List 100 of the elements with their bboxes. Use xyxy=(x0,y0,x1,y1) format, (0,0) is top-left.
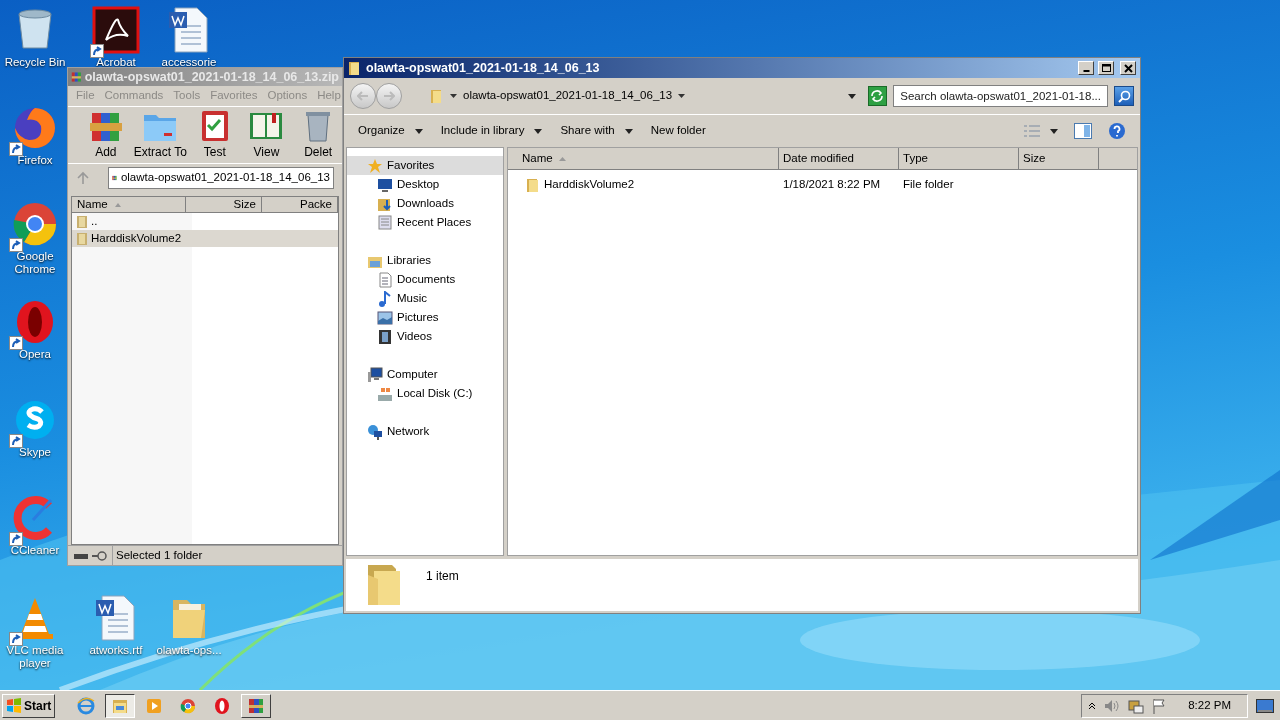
navigation-item[interactable]: Desktop xyxy=(347,175,503,194)
caret-icon xyxy=(624,128,633,134)
file-row[interactable]: HarddiskVolume2 1/18/2021 8:22 PM File folder xyxy=(508,174,1137,196)
toolbar-button[interactable]: Delet xyxy=(294,107,342,161)
document-icon xyxy=(377,271,393,288)
command-button[interactable]: Share with xyxy=(552,119,641,143)
folder-icon xyxy=(526,177,540,193)
desktop-icon-label[interactable]: accessorie xyxy=(161,56,217,69)
folder-icon xyxy=(348,60,362,76)
column-header[interactable]: Packe xyxy=(261,197,338,213)
search-field[interactable]: Search olawta-opswat01_2021-01-18... xyxy=(893,85,1109,107)
taskbar-button[interactable] xyxy=(105,693,136,718)
refresh-button[interactable] xyxy=(867,86,888,106)
globe-monitor-icon xyxy=(367,423,383,440)
caret-icon xyxy=(847,93,856,99)
command-button[interactable]: New folder xyxy=(642,119,714,143)
navigation-item[interactable]: Pictures xyxy=(347,308,503,327)
toolbar-button[interactable]: Extract To xyxy=(133,107,187,161)
path-field[interactable]: olawta-opswat01_2021-01-18_14_06_13 xyxy=(108,167,334,189)
status-text: Selected 1 folder xyxy=(112,546,203,565)
file-row[interactable]: .. xyxy=(72,213,338,230)
sort-ascending-icon xyxy=(558,156,566,161)
drive-icon xyxy=(377,385,393,402)
maximize-button[interactable] xyxy=(1098,61,1114,75)
desktop-icon-label[interactable]: Google Chrome xyxy=(3,250,67,276)
navigation-item[interactable]: Network xyxy=(347,422,503,441)
window-title: olawta-opswat01_2021-01-18_14_06_13 xyxy=(366,59,601,77)
play-icon xyxy=(145,696,164,715)
file-row[interactable]: HarddiskVolume2 xyxy=(72,230,338,247)
stacked-books-icon xyxy=(247,696,266,715)
column-header[interactable]: Size xyxy=(1019,148,1099,170)
windows-logo-icon xyxy=(6,697,22,714)
chrome-logo-icon xyxy=(11,200,59,248)
shortcut-arrow-icon xyxy=(9,336,23,350)
column-header[interactable]: Date modified xyxy=(779,148,899,170)
column-header[interactable]: Type xyxy=(899,148,1019,170)
caret-icon xyxy=(678,94,686,98)
music-note-icon xyxy=(377,290,393,307)
up-arrow-icon xyxy=(76,171,90,185)
view-list-icon xyxy=(1024,125,1040,137)
navigation-item[interactable]: Local Disk (C:) xyxy=(347,384,503,403)
navigation-item[interactable]: Downloads xyxy=(347,194,503,213)
forward-arrow-icon xyxy=(383,91,395,101)
show-desktop-icon xyxy=(1256,698,1274,713)
minimize-icon xyxy=(1082,70,1090,72)
caret-icon xyxy=(1050,128,1058,134)
recent-places-icon xyxy=(377,214,393,231)
picture-frame-icon xyxy=(377,309,393,326)
refresh-icon xyxy=(870,90,885,102)
minimize-button[interactable] xyxy=(1078,61,1094,75)
navigation-item[interactable]: Computer xyxy=(347,365,503,384)
sort-ascending-icon xyxy=(113,201,122,208)
caret-icon xyxy=(450,94,457,98)
navigation-item[interactable]: Videos xyxy=(347,327,503,346)
help-icon xyxy=(1108,122,1126,140)
column-header[interactable]: Name xyxy=(508,148,779,170)
caret-icon xyxy=(414,128,423,134)
start-button[interactable]: Start xyxy=(2,693,56,718)
shortcut-arrow-icon xyxy=(9,532,23,546)
search-button[interactable] xyxy=(1114,86,1134,106)
command-button[interactable]: Organize xyxy=(350,119,431,143)
network-icon xyxy=(1128,697,1145,714)
folder-icon xyxy=(430,88,444,104)
stacked-books-icon xyxy=(71,70,82,84)
navigation-item[interactable]: Documents xyxy=(347,270,503,289)
toolbar-button[interactable]: Test xyxy=(190,107,239,161)
folder-icon xyxy=(76,231,88,246)
chevron-up-icon xyxy=(1088,701,1097,710)
pdf-icon xyxy=(92,6,140,54)
shortcut-arrow-icon xyxy=(9,434,23,448)
shortcut-arrow-icon xyxy=(9,632,23,646)
shortcut-arrow-icon xyxy=(9,238,23,252)
clock: 8:22 PM xyxy=(1188,697,1231,713)
close-button[interactable] xyxy=(1120,61,1136,75)
back-arrow-icon xyxy=(357,91,369,101)
window-title: olawta-opswat01_2021-01-18_14_06_13.zip xyxy=(84,68,339,86)
caret-icon xyxy=(534,128,543,134)
e-globe-icon xyxy=(77,696,96,715)
desktop-icon-label[interactable]: Recycle Bin xyxy=(4,56,66,69)
item-count: 1 item xyxy=(426,568,459,585)
letter-o-icon xyxy=(213,696,232,715)
flag-icon xyxy=(1152,697,1167,714)
navigation-item[interactable]: Recent Places xyxy=(347,213,503,232)
shortcut-arrow-icon xyxy=(90,44,104,58)
preview-pane-icon xyxy=(1074,123,1092,139)
navigation-item[interactable]: Music xyxy=(347,289,503,308)
computer-icon xyxy=(367,366,383,383)
desktop-icon-label[interactable]: Opera xyxy=(19,348,51,361)
chrome-logo-icon xyxy=(179,696,198,715)
star-icon xyxy=(367,157,383,174)
close-icon xyxy=(1121,62,1135,74)
desktop-icon-label[interactable]: Acrobat xyxy=(96,56,136,69)
toolbar-button[interactable]: View xyxy=(242,107,291,161)
desktop-icon-label[interactable]: Firefox xyxy=(17,154,53,167)
toolbar-button[interactable]: Add xyxy=(82,107,130,161)
column-header[interactable]: Size xyxy=(185,197,262,213)
navigation-item[interactable]: Favorites xyxy=(347,156,503,175)
navigation-item[interactable]: Libraries xyxy=(347,251,503,270)
folder-icon xyxy=(76,214,88,229)
command-button[interactable]: Include in library xyxy=(432,119,551,143)
